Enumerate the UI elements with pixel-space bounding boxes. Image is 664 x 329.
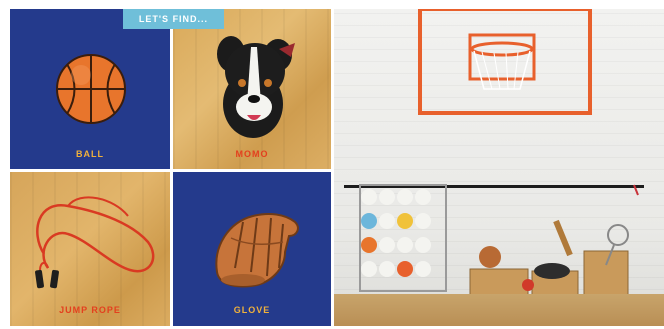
storage-boxes-icon xyxy=(469,219,629,308)
card-label-glove: GLOVE xyxy=(233,305,271,315)
card-ball[interactable]: BALL xyxy=(10,9,170,169)
find-grid: BALL MOMO JUMP ROPE GLOVE LET'S FIND... xyxy=(10,9,331,326)
lets-find-banner: LET'S FIND... xyxy=(123,9,224,29)
card-label-jump-rope: JUMP ROPE xyxy=(59,305,121,315)
card-jump-rope[interactable]: JUMP ROPE xyxy=(10,172,170,326)
basketball-icon xyxy=(56,54,126,124)
card-momo[interactable]: MOMO xyxy=(173,9,331,169)
gym-floor xyxy=(334,294,664,326)
gym-illustration xyxy=(334,9,664,326)
card-glove[interactable]: GLOVE xyxy=(173,172,331,326)
baseball-glove-icon xyxy=(215,213,299,288)
book-spread: BALL MOMO JUMP ROPE GLOVE LET'S FIND... xyxy=(0,0,664,329)
card-label-momo: MOMO xyxy=(235,149,269,159)
dog-icon xyxy=(217,36,295,138)
jump-rope-icon xyxy=(35,196,155,289)
card-label-ball: BALL xyxy=(76,149,104,159)
